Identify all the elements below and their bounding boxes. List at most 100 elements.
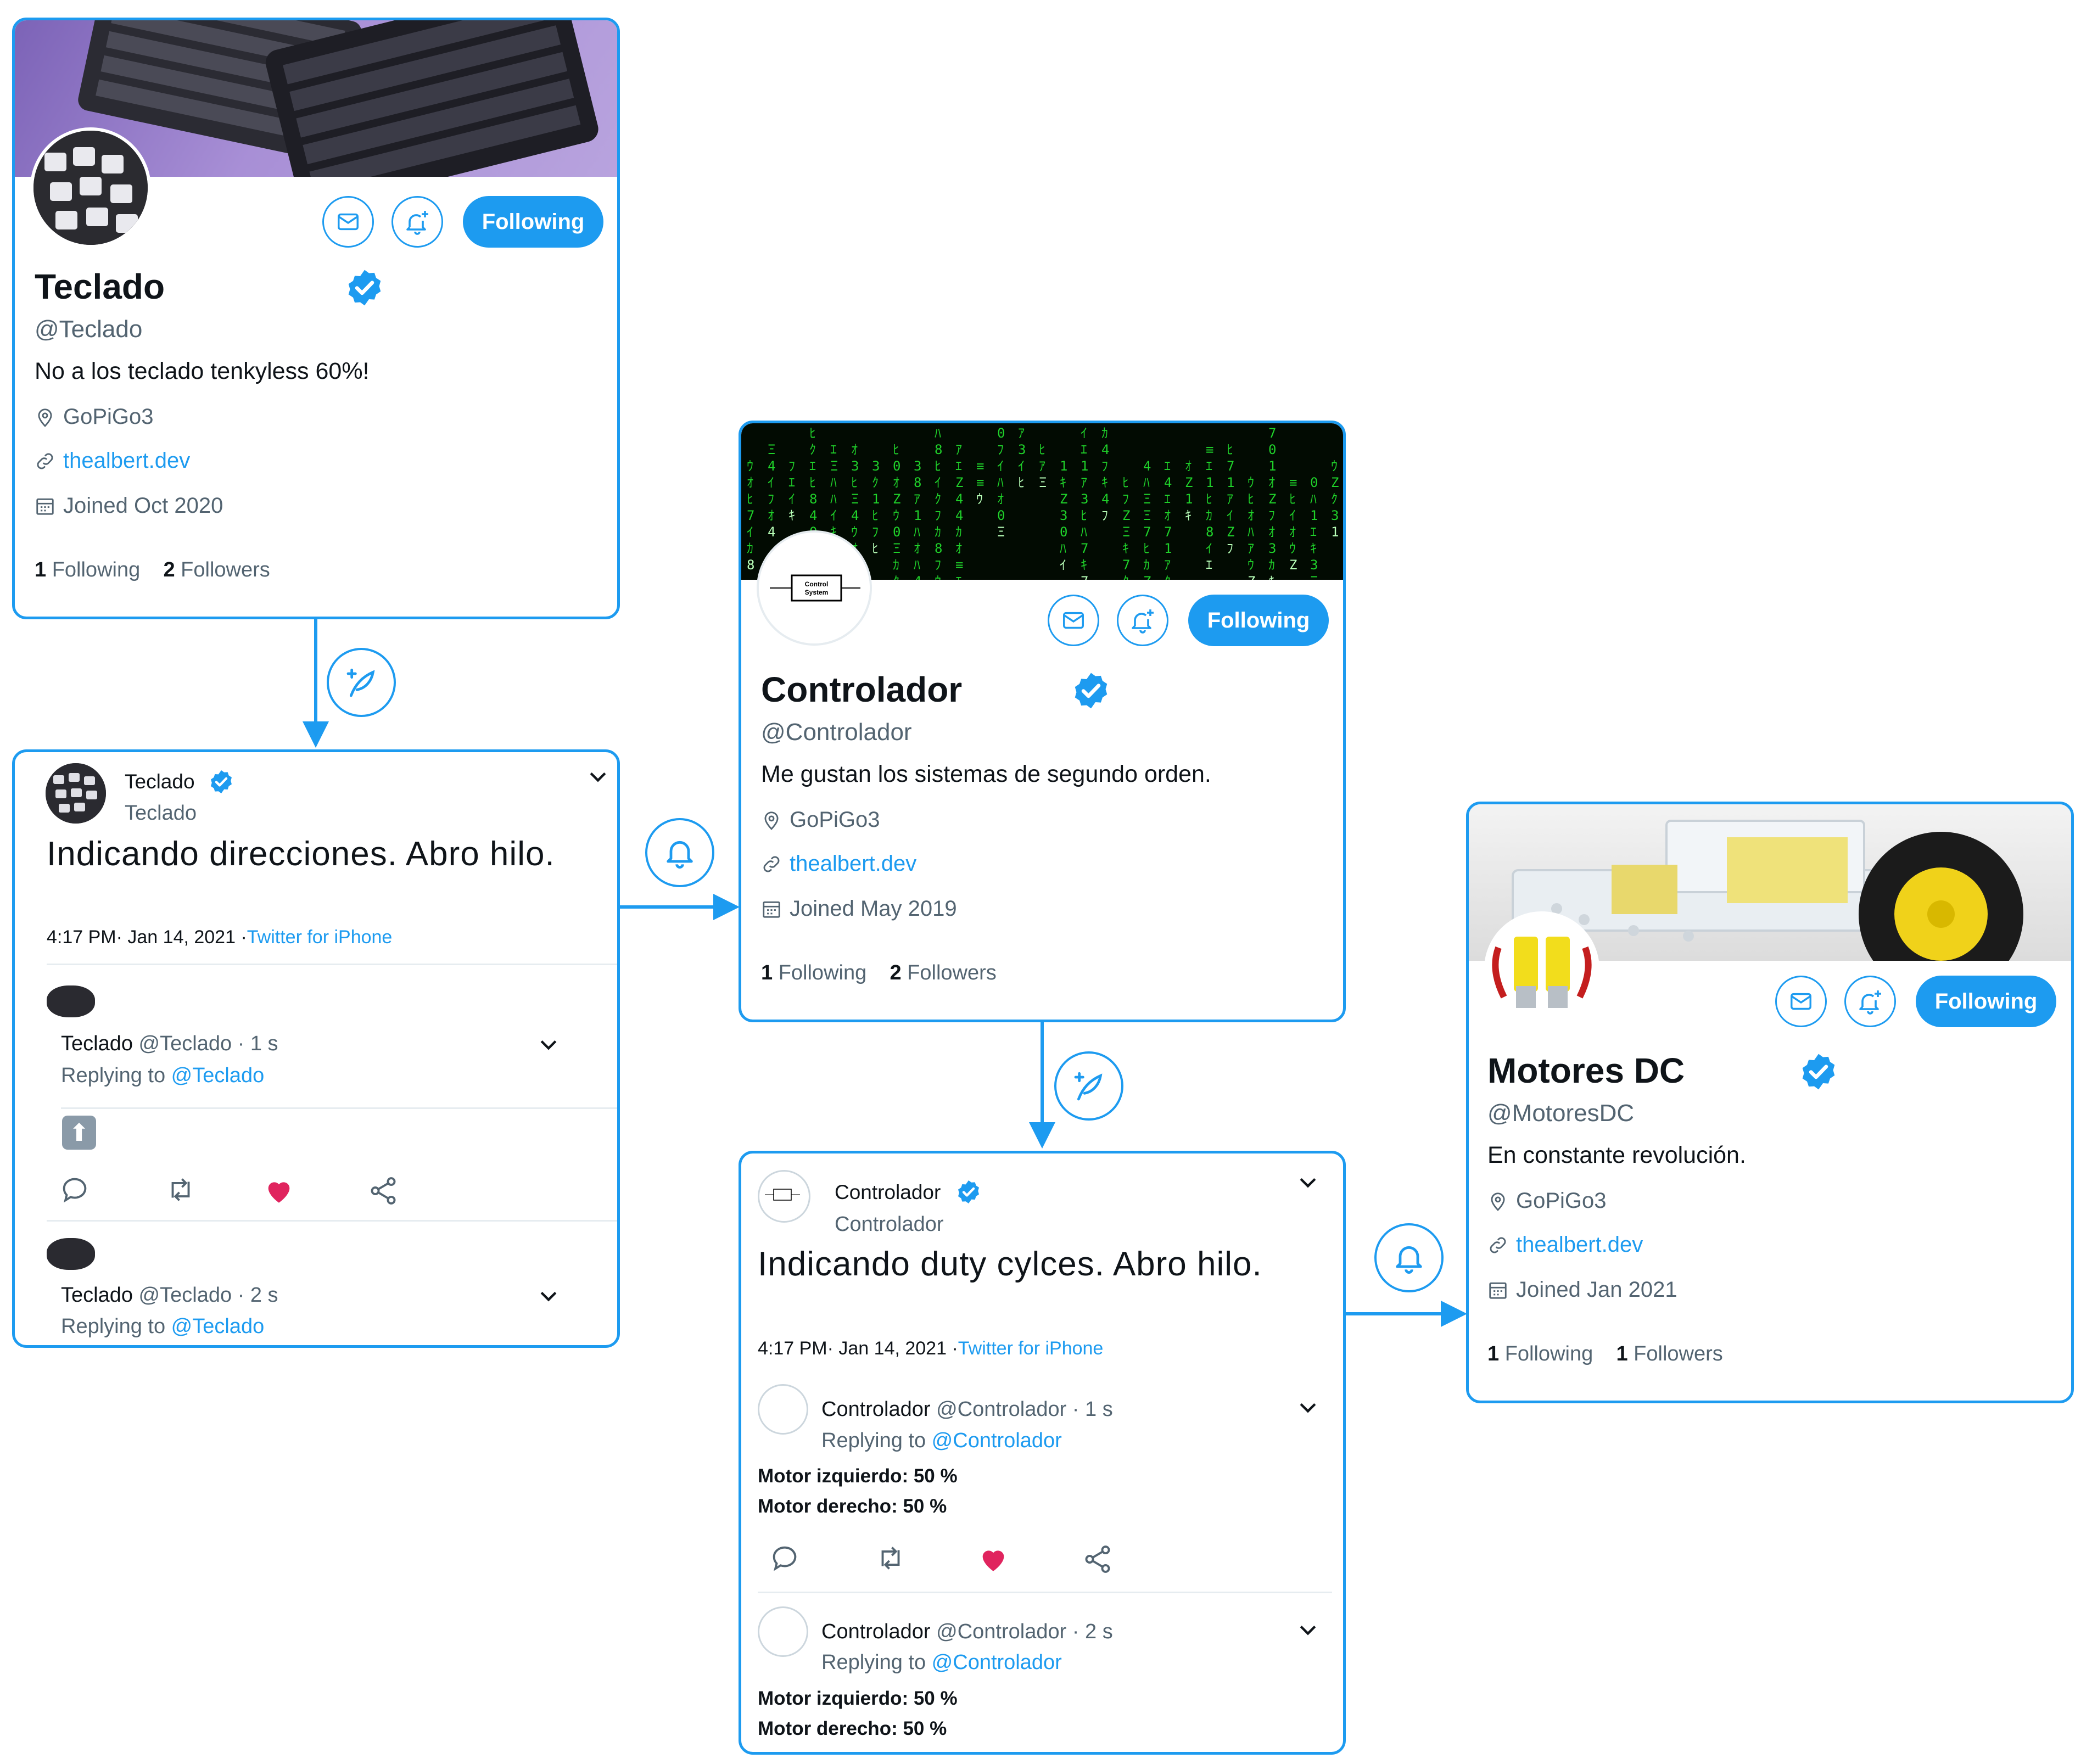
mention-link[interactable]: @Controlador — [932, 1429, 1062, 1452]
matrix-glyph: ｶ — [935, 524, 941, 540]
mention-link[interactable]: @Teclado — [171, 1064, 265, 1087]
matrix-glyph: ｷ — [1268, 574, 1275, 580]
matrix-glyph: 1 — [1060, 458, 1067, 474]
message-button[interactable] — [322, 196, 374, 248]
matrix-glyph: 4 — [809, 508, 817, 523]
following-button[interactable]: Following — [463, 196, 603, 248]
chevron-down-icon[interactable] — [586, 764, 610, 788]
matrix-glyph: 7 — [1081, 541, 1088, 556]
matrix-glyph: ﾊ — [1060, 541, 1066, 556]
matrix-glyph: Z — [1143, 574, 1151, 580]
share-icon[interactable] — [367, 1175, 399, 1207]
profile-bio: Me gustan los sistemas de segundo orden. — [761, 761, 1211, 787]
chevron-down-icon[interactable] — [1296, 1170, 1320, 1194]
matrix-glyph: 4 — [1143, 458, 1151, 474]
matrix-glyph: ﾋ — [872, 508, 879, 523]
matrix-glyph: ﾌ — [872, 524, 879, 540]
notifications-button[interactable] — [1844, 976, 1896, 1027]
message-button[interactable] — [1048, 595, 1099, 646]
profile-bio: No a los teclado tenkyless 60%! — [35, 358, 370, 384]
matrix-glyph: ｷ — [1310, 541, 1317, 556]
matrix-glyph: 3 — [1331, 508, 1339, 523]
reply-icon[interactable] — [769, 1542, 801, 1574]
matrix-glyph: 3 — [1060, 508, 1067, 523]
share-icon[interactable] — [1082, 1543, 1114, 1575]
reply-icon[interactable] — [59, 1174, 91, 1206]
tweet-source[interactable]: Twitter for iPhone — [247, 927, 393, 948]
matrix-glyph: ｳ — [747, 458, 753, 474]
chevron-down-icon[interactable] — [536, 1032, 561, 1056]
matrix-glyph: 0 — [1268, 442, 1276, 457]
matrix-glyph: ﾊ — [830, 491, 837, 507]
retweet-icon[interactable] — [873, 1542, 908, 1574]
matrix-glyph: 1 — [1164, 541, 1172, 556]
matrix-glyph: Z — [1060, 491, 1067, 507]
link-icon — [37, 453, 53, 469]
avatar: Control System — [757, 530, 872, 646]
matrix-glyph: 1 — [872, 491, 880, 507]
matrix-glyph: Z — [1227, 524, 1234, 540]
matrix-glyph: 0 — [893, 524, 900, 540]
profile-card-controlador: ｳｵﾋ7ｲｶ8Ξ4ｲﾌｵ4ﾌｴｲｷﾋｸｴﾋ840ｴｸﾋｵｴΞﾊﾊｲｷｵｵ3ﾋΞ4… — [739, 421, 1346, 1022]
bell-plus-icon — [1859, 990, 1881, 1015]
mention-link[interactable]: @Controlador — [932, 1651, 1062, 1674]
matrix-glyph: ｲ — [768, 475, 774, 490]
matrix-glyph: ﾊ — [1310, 491, 1317, 507]
matrix-glyph: ｵ — [893, 475, 899, 490]
chevron-down-icon[interactable] — [1296, 1395, 1320, 1419]
matrix-glyph: ｳ — [893, 508, 899, 523]
matrix-glyph: ｲ — [1289, 508, 1296, 523]
matrix-glyph: 1 — [1081, 458, 1088, 474]
tweet-author-sub: Teclado — [125, 802, 197, 825]
matrix-glyph: ｳ — [851, 524, 858, 540]
matrix-glyph: Z — [1248, 574, 1255, 580]
matrix-glyph: ｶ — [1206, 508, 1212, 523]
chevron-down-icon[interactable] — [536, 1284, 561, 1308]
profile-website[interactable]: thealbert.dev — [35, 449, 190, 473]
matrix-glyph: ｴ — [955, 458, 962, 474]
chevron-down-icon[interactable] — [1296, 1617, 1320, 1642]
divider — [47, 964, 617, 965]
matrix-glyph: 3 — [872, 458, 880, 474]
matrix-glyph: ｱ — [955, 442, 962, 457]
reply-replying-to: Replying to @Teclado — [61, 1315, 265, 1338]
notifications-button[interactable] — [391, 196, 443, 248]
message-button[interactable] — [1775, 976, 1827, 1027]
heart-icon[interactable] — [977, 1543, 1009, 1575]
matrix-glyph: ｶ — [747, 541, 753, 556]
matrix-glyph: Z — [955, 475, 963, 490]
tweet-author: Controlador — [835, 1181, 941, 1203]
matrix-glyph: ｴ — [830, 442, 837, 457]
tweet-author-sub: Controlador — [835, 1213, 944, 1236]
reply-replying-to: Replying to @Controlador — [821, 1651, 1062, 1674]
profile-location: GoPiGo3 — [761, 808, 880, 832]
link-icon — [763, 856, 780, 872]
matrix-glyph: 7 — [1143, 524, 1151, 540]
profile-website[interactable]: thealbert.dev — [761, 852, 916, 876]
matrix-glyph: ｱ — [914, 491, 920, 507]
matrix-glyph: ｲ — [1018, 458, 1025, 474]
following-button[interactable]: Following — [1916, 976, 2056, 1027]
matrix-glyph: ﾊ — [1081, 524, 1087, 540]
matrix-glyph: 1 — [1310, 508, 1318, 523]
mention-link[interactable]: @Teclado — [171, 1315, 265, 1338]
profile-website[interactable]: thealbert.dev — [1487, 1233, 1643, 1257]
matrix-glyph: ﾋ — [1143, 541, 1150, 556]
tweet-source[interactable]: Twitter for iPhone — [958, 1338, 1104, 1359]
matrix-glyph: Z — [1122, 508, 1130, 523]
matrix-glyph: Ξ — [830, 458, 838, 474]
notifications-button[interactable] — [1117, 595, 1168, 646]
matrix-glyph: ﾋ — [1039, 442, 1045, 457]
retweet-icon[interactable] — [163, 1174, 198, 1206]
profile-joined: Joined Oct 2020 — [35, 494, 223, 518]
calendar-icon — [36, 498, 54, 515]
avatar — [758, 1170, 810, 1223]
heart-icon[interactable] — [263, 1175, 295, 1207]
envelope-icon — [1063, 612, 1084, 629]
matrix-glyph: ﾌ — [1122, 491, 1129, 507]
following-button[interactable]: Following — [1188, 595, 1329, 646]
matrix-glyph: 1 — [1206, 475, 1213, 490]
matrix-glyph: Ξ — [1039, 475, 1047, 490]
matrix-glyph: ｳ — [1248, 557, 1254, 573]
matrix-glyph: ｲ — [1227, 508, 1233, 523]
